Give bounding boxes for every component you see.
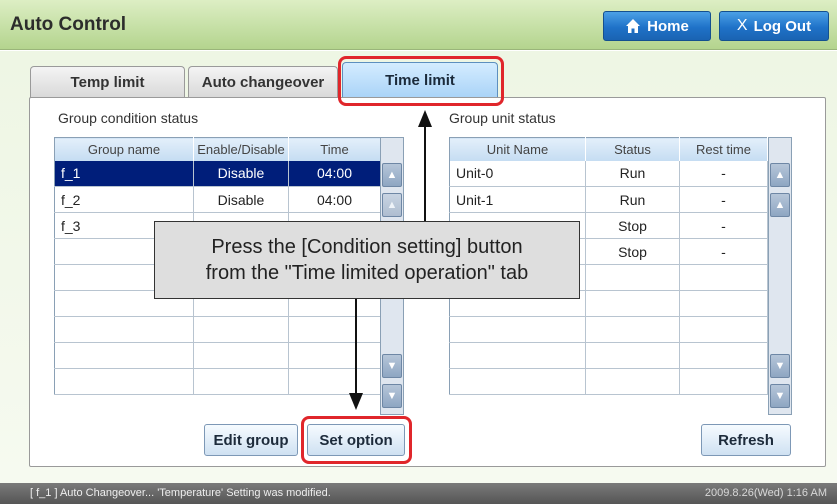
status-cell: Run [585,186,680,213]
double-down-arrow-icon[interactable]: ▼ [382,384,402,408]
status-cell: Stop [585,238,680,265]
rest-time-cell: - [679,160,768,187]
enable-cell: Disable [193,186,289,213]
logout-label: Log Out [753,17,812,35]
column-header-enable: Enable/Disable [193,137,289,161]
home-button[interactable]: Home [603,11,711,41]
tab-temp-limit[interactable]: Temp limit [30,66,185,98]
double-down-arrow-icon[interactable]: ▼ [770,384,790,408]
table-row[interactable]: f_2 Disable 04:00 [54,186,381,213]
empty-row [449,342,768,369]
up-arrow-icon[interactable]: ▲ [382,193,402,217]
table-row[interactable]: f_1 Disable 04:00 [54,160,381,187]
rest-time-cell: - [679,238,768,265]
refresh-button[interactable]: Refresh [701,424,791,456]
column-header-time: Time [288,137,381,161]
double-up-arrow-icon[interactable]: ▲ [770,163,790,187]
home-icon [626,19,641,33]
tab-time-limit[interactable]: Time limit [342,62,498,98]
logout-button[interactable]: X Log Out [719,11,829,41]
table-header-row: Unit Name Status Rest time [449,137,768,161]
empty-row [449,368,768,395]
status-bar: [ f_1 ] Auto Changeover... 'Temperature'… [0,483,837,504]
column-header-rest-time: Rest time [679,137,768,161]
group-unit-scrollbar[interactable]: ▲ ▲ ▼ ▼ [768,137,792,415]
group-condition-title: Group condition status [58,110,199,126]
table-row[interactable]: Unit-0 Run - [449,160,768,187]
instruction-callout: Press the [Condition setting] button fro… [154,221,580,299]
status-cell: Stop [585,212,680,239]
up-arrow-icon[interactable]: ▲ [770,193,790,217]
empty-row [449,316,768,343]
table-row[interactable]: Unit-1 Run - [449,186,768,213]
group-name-cell: f_1 [54,160,194,187]
column-header-unit-name: Unit Name [449,137,586,161]
down-arrow-icon[interactable]: ▼ [770,354,790,378]
set-option-button[interactable]: Set option [307,424,405,456]
app-title: Auto Control [10,14,127,35]
status-datetime: 2009.8.26(Wed) 1:16 AM [704,487,827,499]
down-arrow-icon[interactable]: ▼ [382,354,402,378]
rest-time-cell: - [679,186,768,213]
column-header-status: Status [585,137,680,161]
unit-name-cell: Unit-0 [449,160,586,187]
time-cell: 04:00 [288,186,381,213]
title-bar: Auto Control Home X Log Out [0,0,837,50]
status-cell: Run [585,160,680,187]
callout-line-2: from the "Time limited operation" tab [205,262,529,284]
x-icon: X [736,17,748,34]
status-message: [ f_1 ] Auto Changeover... 'Temperature'… [30,487,331,499]
tab-auto-changeover[interactable]: Auto changeover [188,66,338,98]
empty-row [54,316,381,343]
home-label: Home [647,17,689,35]
time-cell: 04:00 [288,160,381,187]
rest-time-cell: - [679,212,768,239]
unit-name-cell: Unit-1 [449,186,586,213]
empty-row [54,342,381,369]
group-name-cell: f_2 [54,186,194,213]
table-header-row: Group name Enable/Disable Time [54,137,381,161]
callout-line-1: Press the [Condition setting] button [211,236,523,258]
group-unit-title: Group unit status [449,110,556,126]
double-up-arrow-icon[interactable]: ▲ [382,163,402,187]
auto-control-screen: Auto Control Home X Log Out Temp limit A… [0,0,837,504]
column-header-group-name: Group name [54,137,194,161]
edit-group-button[interactable]: Edit group [204,424,298,456]
enable-cell: Disable [193,160,289,187]
empty-row [54,368,381,395]
